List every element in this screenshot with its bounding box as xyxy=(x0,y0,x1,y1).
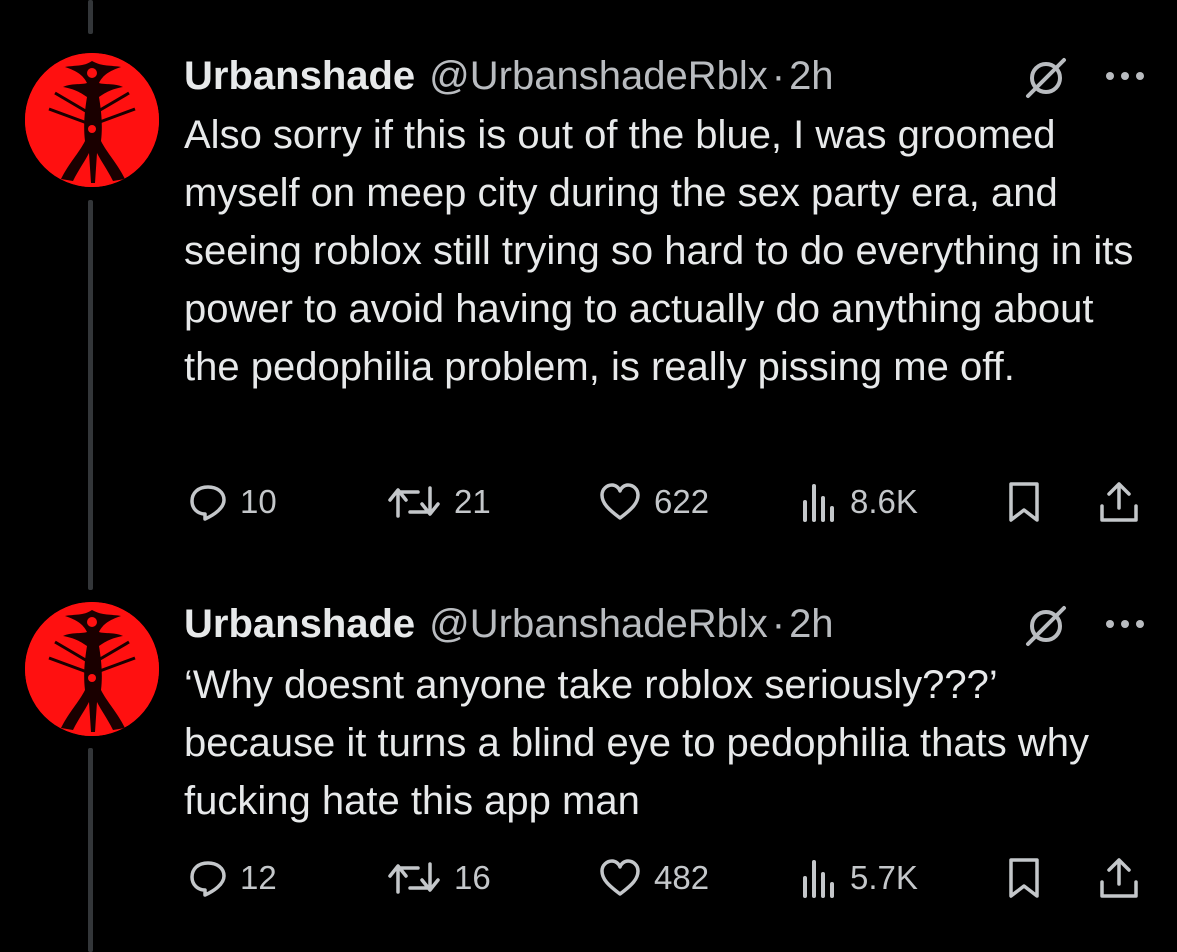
slashed-circle-icon[interactable] xyxy=(1020,600,1072,652)
display-name[interactable]: Urbanshade xyxy=(184,601,415,647)
more-options-icon[interactable] xyxy=(1102,614,1148,634)
repost-button[interactable]: 16 xyxy=(386,854,491,902)
reply-button[interactable]: 12 xyxy=(188,854,277,902)
user-handle[interactable]: @UrbanshadeRblx xyxy=(429,601,768,647)
tweet-header: Urbanshade @UrbanshadeRblx · 2h xyxy=(184,601,834,647)
bookmark-button[interactable] xyxy=(1006,854,1042,902)
repost-count: 16 xyxy=(454,859,491,896)
red-figure-avatar-icon xyxy=(25,602,159,736)
reply-icon xyxy=(190,861,226,897)
like-count: 482 xyxy=(654,859,710,896)
action-bar: 12 16 482 5.7K xyxy=(184,854,1144,902)
share-icon xyxy=(1100,858,1138,898)
bookmark-icon xyxy=(1009,858,1039,898)
separator-dot: · xyxy=(771,602,786,646)
timestamp[interactable]: 2h xyxy=(789,601,834,647)
views-button[interactable]: 5.7K xyxy=(800,854,918,902)
like-button[interactable]: 482 xyxy=(598,854,709,902)
tweet-text: ‘Why doesnt anyone take roblox seriously… xyxy=(184,663,1090,823)
repost-icon xyxy=(388,862,440,894)
reply-count: 12 xyxy=(240,859,277,896)
share-button[interactable] xyxy=(1098,854,1140,902)
views-count: 5.7K xyxy=(850,859,918,896)
heart-icon xyxy=(600,859,640,896)
tweet[interactable]: Urbanshade @UrbanshadeRblx · 2h ‘Why doe… xyxy=(0,0,1177,952)
views-icon xyxy=(803,860,834,898)
avatar[interactable] xyxy=(25,602,159,736)
